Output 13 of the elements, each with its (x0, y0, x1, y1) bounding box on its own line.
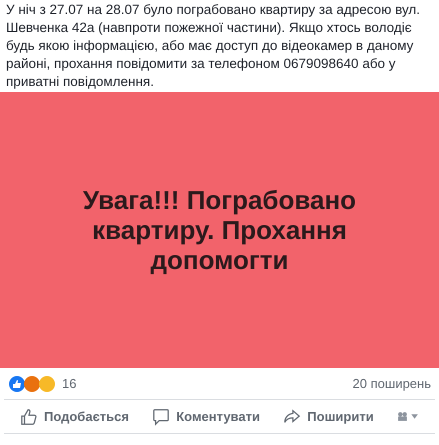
speech-bubble-icon (152, 408, 170, 426)
comment-button[interactable]: Коментувати (152, 406, 260, 426)
reaction-icons[interactable] (8, 374, 58, 392)
like-button[interactable]: Подобається (20, 406, 129, 426)
share-button[interactable]: Поширити (283, 406, 374, 426)
share-count[interactable]: 20 поширень (352, 374, 431, 394)
share-arrow-icon (283, 408, 302, 426)
reaction-count[interactable]: 16 (62, 374, 76, 394)
post-text: У ніч з 27.07 на 28.07 було пограбовано квартиру за адресою вул. Шевченка 42а (навпроти пожежної частини). Якщо хтось володіє будь якою інформацією, або має доступ до відеокамер в даному районі, прохання повідомити за телефоном 0679098640 або у приватні повідомлення. (5, 1, 422, 91)
banner-text: Увага!!! Пограбовано квартиру. Прохання допомогти (82, 185, 358, 275)
people-caret-icon (397, 411, 419, 422)
thumbs-up-icon (20, 408, 38, 426)
audience-menu-button[interactable] (397, 411, 419, 422)
